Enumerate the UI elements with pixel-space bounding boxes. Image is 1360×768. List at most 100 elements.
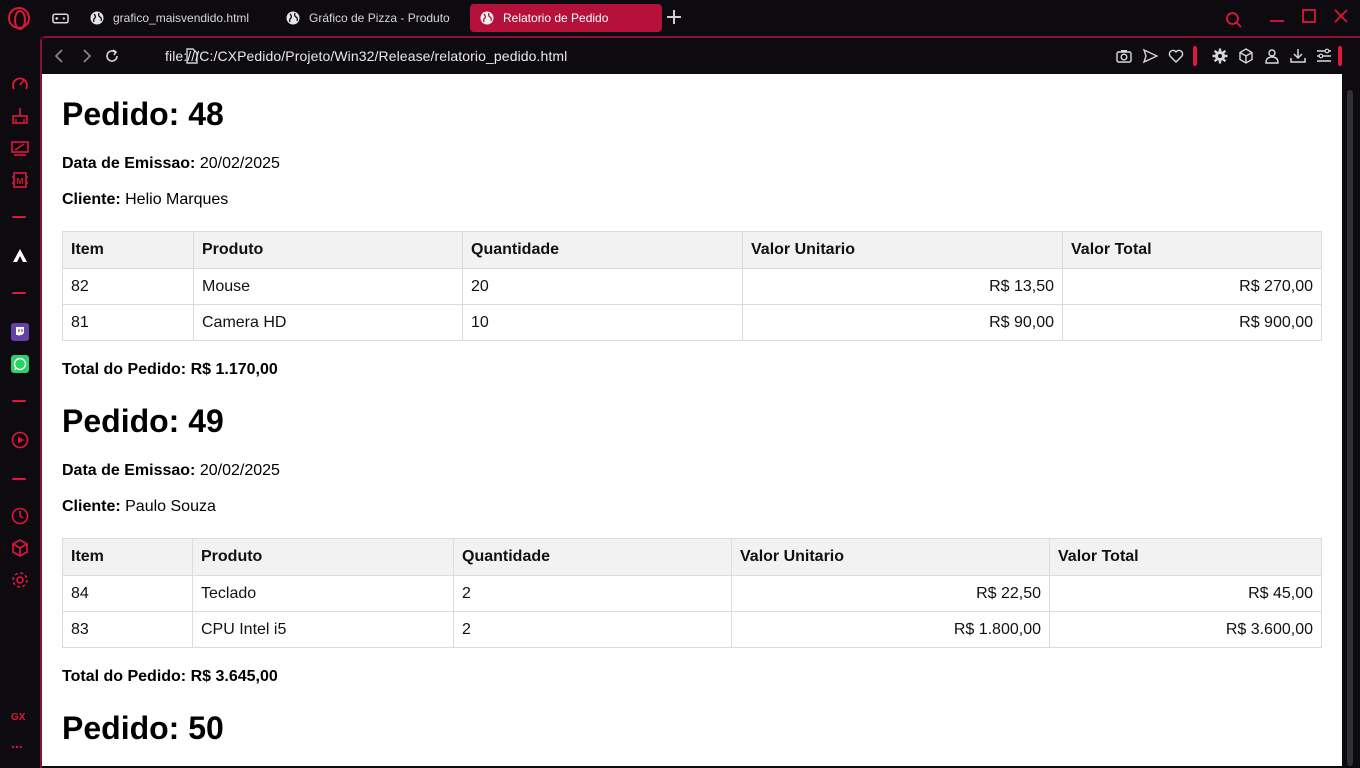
cell-item: 84 xyxy=(62,575,193,612)
settings-icon[interactable] xyxy=(10,570,30,590)
search-icon[interactable] xyxy=(1225,11,1243,29)
close-icon[interactable] xyxy=(1332,8,1350,26)
cell-valor-unitario: R$ 13,50 xyxy=(742,268,1063,305)
tab-label: grafico_maisvendido.html xyxy=(113,11,250,25)
more-options-icon[interactable]: ... xyxy=(11,736,23,750)
cell-valor-unitario: R$ 1.800,00 xyxy=(731,611,1050,648)
new-tab-plus-icon[interactable] xyxy=(666,9,682,25)
table-row: 84 Teclado 2 R$ 22,50 R$ 45,00 xyxy=(62,575,1322,612)
pedido-title: Pedido: 49 xyxy=(62,403,224,439)
tab-label: Relatorio de Pedido xyxy=(503,11,609,25)
tab-grafico-maisvendido[interactable]: grafico_maisvendido.html xyxy=(80,4,270,32)
cliente-label: Cliente: xyxy=(62,498,121,515)
cell-produto: Mouse xyxy=(193,268,463,305)
scrollbar[interactable] xyxy=(1342,74,1360,768)
svg-text:M: M xyxy=(17,177,24,186)
back-icon[interactable] xyxy=(52,48,68,64)
cell-item: 83 xyxy=(62,611,193,648)
url-field[interactable]: file:///C:/CXPedido/Projeto/Win32/Releas… xyxy=(165,48,567,64)
cell-valor-total: R$ 900,00 xyxy=(1062,304,1322,341)
cliente-value: Paulo Souza xyxy=(125,498,216,515)
cell-valor-unitario: R$ 22,50 xyxy=(731,575,1050,612)
table-row: 83 CPU Intel i5 2 R$ 1.800,00 R$ 3.600,0… xyxy=(62,611,1322,648)
cell-produto: Teclado xyxy=(192,575,454,612)
cleaner-icon[interactable] xyxy=(10,106,30,126)
ram-limiter-icon[interactable]: M xyxy=(10,170,30,190)
profile-icon[interactable] xyxy=(1264,48,1280,64)
globe-icon xyxy=(90,11,104,25)
gamepad-icon[interactable] xyxy=(52,9,69,27)
column-header: Quantidade xyxy=(462,231,743,269)
reload-icon[interactable] xyxy=(104,48,120,64)
whatsapp-icon[interactable] xyxy=(10,354,30,374)
cell-quantidade: 2 xyxy=(453,611,732,648)
address-bar: file:///C:/CXPedido/Projeto/Win32/Releas… xyxy=(42,38,1360,74)
sidebar: M GX ... xyxy=(0,36,40,768)
cell-produto: Camera HD xyxy=(193,304,463,341)
opera-logo-icon[interactable] xyxy=(8,7,30,30)
total-label: Total do Pedido: xyxy=(62,668,187,685)
cell-item: 81 xyxy=(62,304,194,341)
globe-icon xyxy=(480,11,494,25)
page-content: Pedido: 48 Data de Emissao: 20/02/2025 C… xyxy=(42,74,1342,766)
cliente: Cliente: Paulo Souza xyxy=(62,498,216,516)
cell-valor-total: R$ 270,00 xyxy=(1062,268,1322,305)
column-header: Valor Total xyxy=(1062,231,1322,269)
total-value: R$ 1.170,00 xyxy=(190,361,278,378)
total-pedido: Total do Pedido: R$ 3.645,00 xyxy=(62,668,278,686)
video-popout-icon[interactable] xyxy=(10,138,30,158)
cell-item: 82 xyxy=(62,268,194,305)
camera-icon[interactable] xyxy=(1116,48,1132,64)
cell-produto: CPU Intel i5 xyxy=(192,611,454,648)
send-icon[interactable] xyxy=(1142,48,1158,64)
column-header: Produto xyxy=(192,538,454,576)
scrollbar-thumb[interactable] xyxy=(1347,90,1353,766)
cell-quantidade: 10 xyxy=(462,304,743,341)
gx-label[interactable]: GX xyxy=(11,712,25,723)
pedido-block: Pedido: 50 xyxy=(62,709,1322,747)
itens-table: Item Produto Quantidade Valor Unitario V… xyxy=(62,231,1322,341)
heart-icon[interactable] xyxy=(1168,48,1184,64)
cliente-label: Cliente: xyxy=(62,191,121,208)
cell-quantidade: 20 xyxy=(462,268,743,305)
tab-grafico-pizza[interactable]: Gráfico de Pizza - Produto xyxy=(276,4,456,32)
extensions-cube-icon[interactable] xyxy=(10,538,30,558)
column-header: Item xyxy=(62,231,194,269)
minimize-icon[interactable] xyxy=(1268,8,1286,26)
forward-icon[interactable] xyxy=(78,48,94,64)
toolbar-divider xyxy=(1338,46,1342,66)
data-emissao: Data de Emissao: 20/02/2025 xyxy=(62,155,280,173)
cell-quantidade: 2 xyxy=(453,575,732,612)
sidebar-divider xyxy=(12,292,26,294)
column-header: Valor Unitario xyxy=(731,538,1050,576)
pedido-block: Pedido: 48 Data de Emissao: 20/02/2025 C… xyxy=(62,95,1322,378)
tab-relatorio-pedido[interactable]: Relatorio de Pedido xyxy=(470,4,662,32)
cell-valor-total: R$ 3.600,00 xyxy=(1049,611,1322,648)
table-header-row: Item Produto Quantidade Valor Unitario V… xyxy=(62,538,1322,576)
title-bar: grafico_maisvendido.html Gráfico de Pizz… xyxy=(0,0,1360,36)
data-emissao-value: 20/02/2025 xyxy=(199,462,280,479)
total-label: Total do Pedido: xyxy=(62,361,187,378)
settings-gear-icon[interactable] xyxy=(1212,48,1228,64)
sidebar-divider xyxy=(12,400,26,402)
aria-icon[interactable] xyxy=(10,246,30,266)
player-icon[interactable] xyxy=(10,430,30,450)
history-clock-icon[interactable] xyxy=(10,506,30,526)
maximize-icon[interactable] xyxy=(1300,8,1318,26)
download-icon[interactable] xyxy=(1290,48,1306,64)
toolbar-divider xyxy=(1193,46,1197,66)
speed-dial-icon[interactable] xyxy=(10,74,30,94)
cliente-value: Helio Marques xyxy=(125,191,229,208)
table-row: 81 Camera HD 10 R$ 90,00 R$ 900,00 xyxy=(62,304,1322,341)
itens-table: Item Produto Quantidade Valor Unitario V… xyxy=(62,538,1322,648)
pedido-title: Pedido: 50 xyxy=(62,710,224,746)
total-value: R$ 3.645,00 xyxy=(190,668,278,685)
column-header: Item xyxy=(62,538,193,576)
pedido-title: Pedido: 48 xyxy=(62,96,224,132)
cell-valor-unitario: R$ 90,00 xyxy=(742,304,1063,341)
cube-icon[interactable] xyxy=(1238,48,1254,64)
total-pedido: Total do Pedido: R$ 1.170,00 xyxy=(62,361,278,379)
twitch-icon[interactable] xyxy=(10,322,30,342)
easy-setup-menu-icon[interactable] xyxy=(1316,48,1332,64)
data-emissao-label: Data de Emissao: xyxy=(62,462,196,479)
